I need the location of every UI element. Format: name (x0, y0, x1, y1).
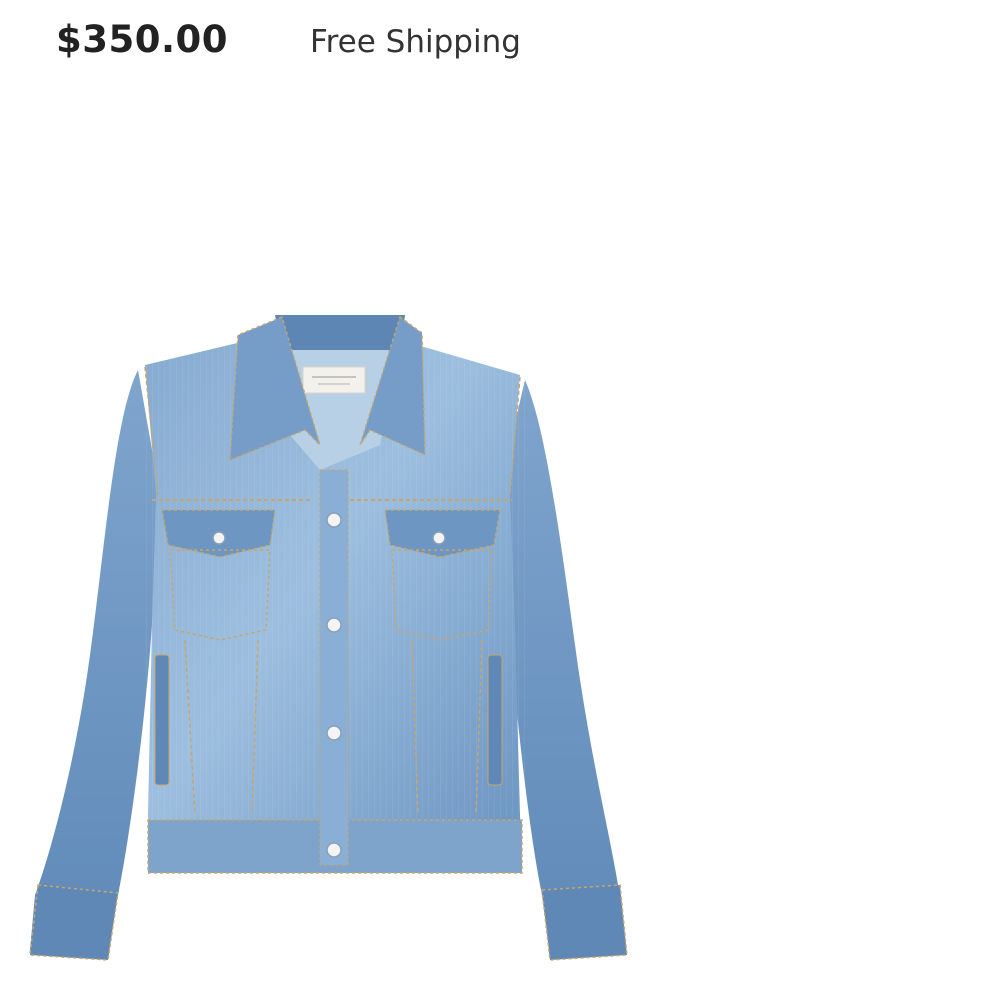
left-cuff (29, 884, 119, 961)
price-row: $350.00 Free Shipping (56, 18, 521, 61)
product-price: $350.00 (56, 18, 229, 61)
product-card: $350.00 Free Shipping (0, 0, 1000, 1000)
product-image[interactable] (20, 295, 650, 975)
right-cuff (541, 884, 628, 961)
shipping-label: Free Shipping (310, 24, 521, 60)
button-1 (326, 512, 342, 528)
pocket-button-right (432, 531, 446, 545)
pocket-button-left (212, 531, 226, 545)
button-2 (326, 617, 342, 633)
button-3 (326, 725, 342, 741)
right-welt-pocket (487, 654, 503, 786)
brand-label (302, 366, 366, 394)
collar-band (275, 315, 405, 353)
left-sleeve (30, 370, 160, 955)
left-welt-pocket (154, 654, 170, 786)
button-4 (326, 842, 342, 858)
placket (319, 469, 349, 866)
